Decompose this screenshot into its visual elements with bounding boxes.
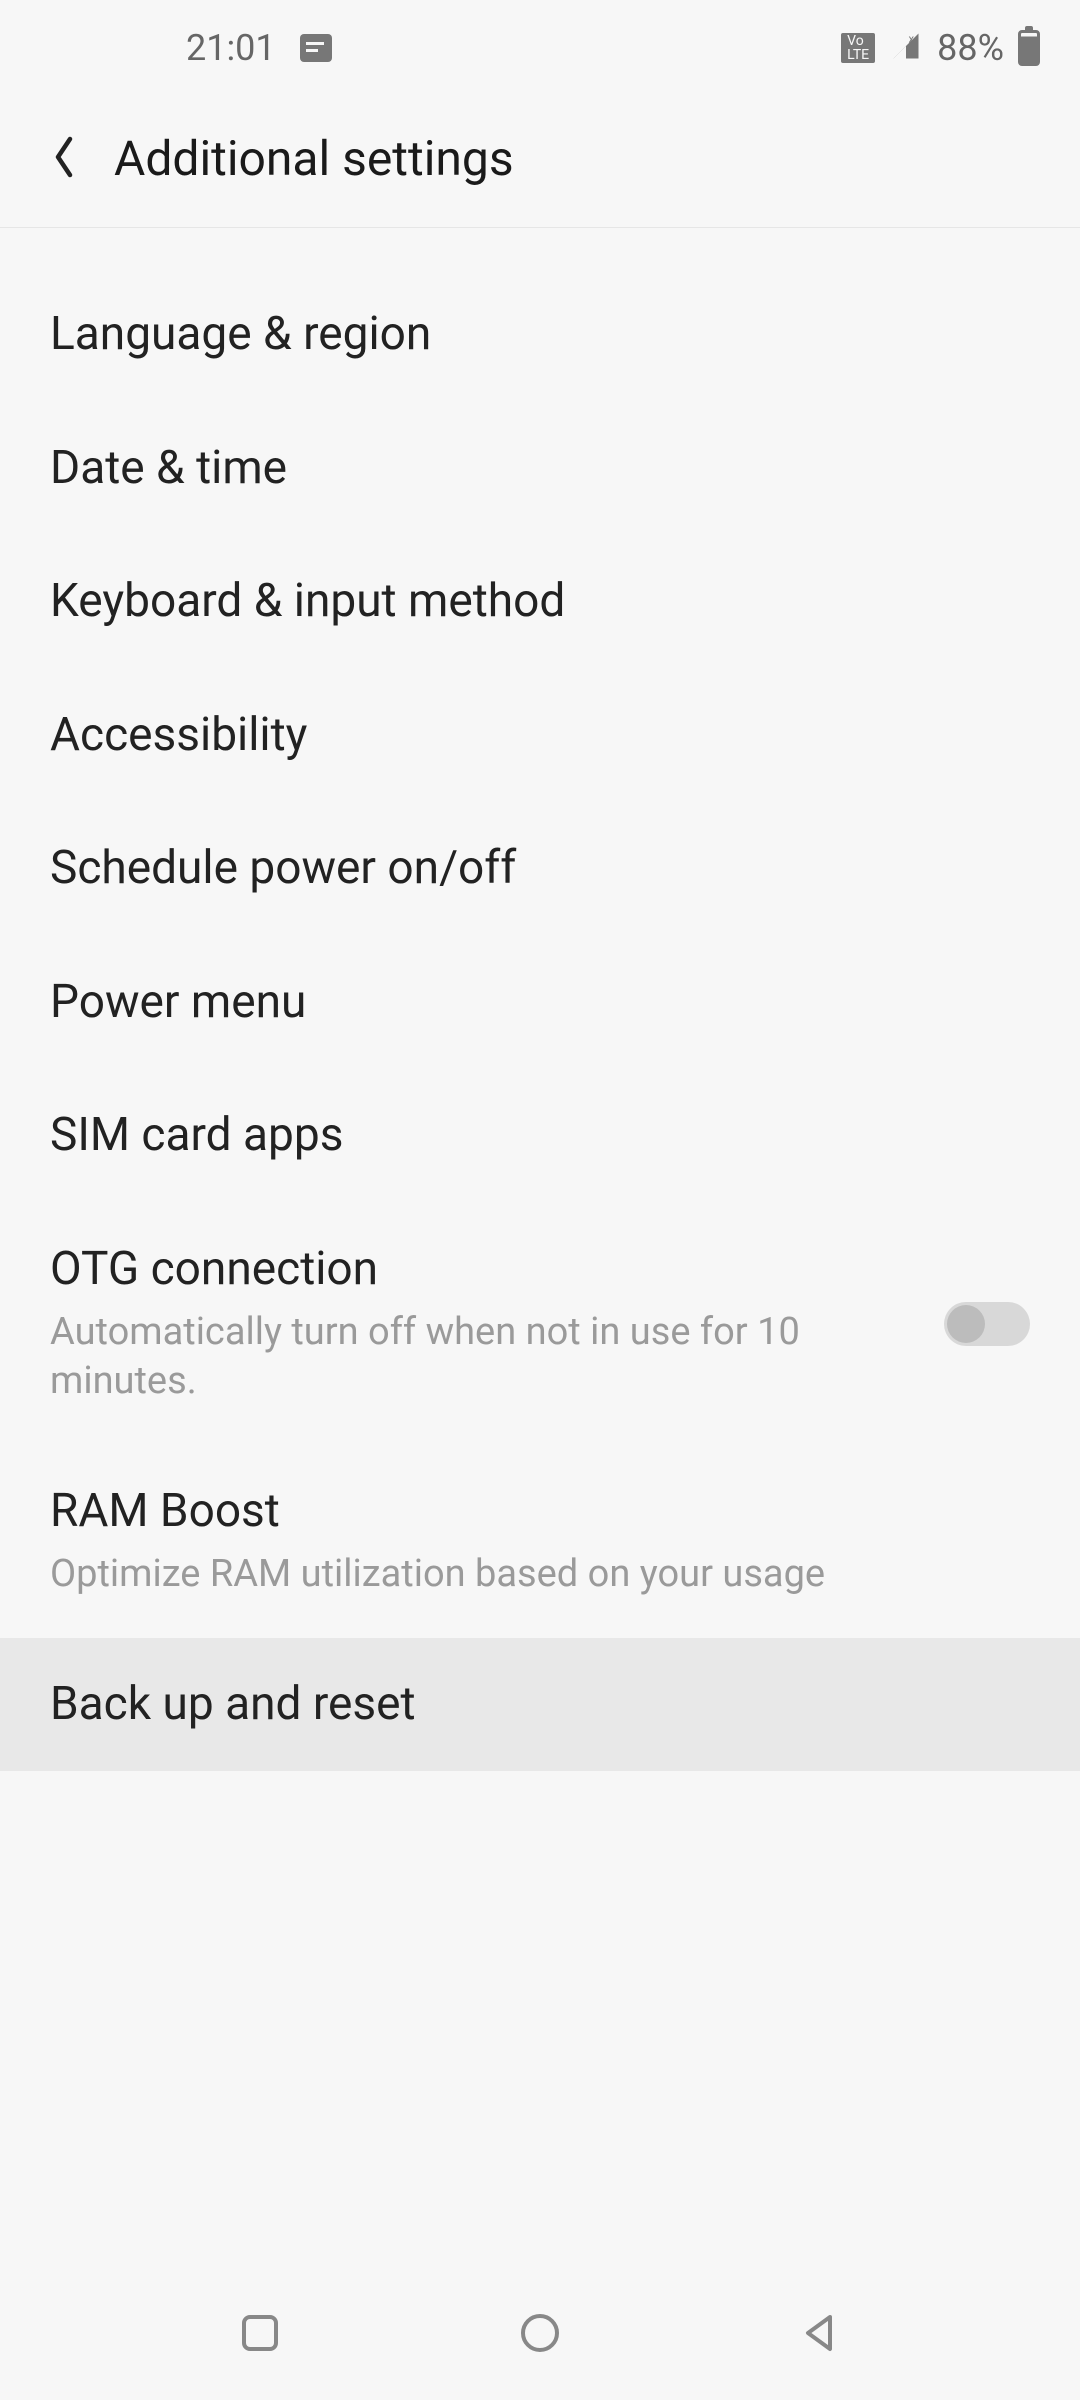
item-backup-reset[interactable]: Back up and reset <box>0 1638 1080 1772</box>
item-accessibility[interactable]: Accessibility <box>0 669 1080 803</box>
settings-list: Language & region Date & time Keyboard &… <box>0 228 1080 2270</box>
item-ram-boost[interactable]: RAM Boost Optimize RAM utilization based… <box>0 1445 1080 1638</box>
status-right: VoLTE x 88% <box>841 27 1040 69</box>
status-time: 21:01 <box>186 27 276 69</box>
item-language-region[interactable]: Language & region <box>0 268 1080 402</box>
navigation-bar <box>0 2270 1080 2400</box>
otg-toggle[interactable] <box>944 1302 1030 1346</box>
item-schedule-power[interactable]: Schedule power on/off <box>0 802 1080 936</box>
item-title: Date & time <box>50 440 1030 498</box>
svg-text:x: x <box>909 32 915 45</box>
status-bar: 21:01 VoLTE x 88% <box>0 0 1080 95</box>
item-title: SIM card apps <box>50 1107 1030 1165</box>
app-header: Additional settings <box>0 95 1080 228</box>
item-title: Power menu <box>50 974 1030 1032</box>
battery-icon <box>1018 30 1040 66</box>
item-title: Schedule power on/off <box>50 840 1030 898</box>
item-subtitle: Automatically turn off when not in use f… <box>50 1308 914 1407</box>
back-button[interactable] <box>798 2311 842 2359</box>
item-title: RAM Boost <box>50 1483 1030 1541</box>
item-sim-card-apps[interactable]: SIM card apps <box>0 1069 1080 1203</box>
item-title: Keyboard & input method <box>50 573 1030 631</box>
item-title: OTG connection <box>50 1241 914 1299</box>
item-keyboard-input[interactable]: Keyboard & input method <box>0 535 1080 669</box>
item-power-menu[interactable]: Power menu <box>0 936 1080 1070</box>
item-title: Language & region <box>50 306 1030 364</box>
item-date-time[interactable]: Date & time <box>0 402 1080 536</box>
status-left: 21:01 <box>186 27 332 69</box>
item-title: Back up and reset <box>50 1676 1030 1734</box>
volte-icon: VoLTE <box>841 33 875 63</box>
signal-icon: x <box>889 31 923 65</box>
battery-percent: 88% <box>937 27 1004 69</box>
item-otg-connection[interactable]: OTG connection Automatically turn off wh… <box>0 1203 1080 1445</box>
message-notification-icon <box>300 34 332 62</box>
item-title: Accessibility <box>50 707 1030 765</box>
home-button[interactable] <box>518 2311 562 2359</box>
item-subtitle: Optimize RAM utilization based on your u… <box>50 1550 1030 1599</box>
page-title: Additional settings <box>114 130 514 187</box>
recent-apps-button[interactable] <box>238 2311 282 2359</box>
back-icon[interactable] <box>50 136 78 182</box>
